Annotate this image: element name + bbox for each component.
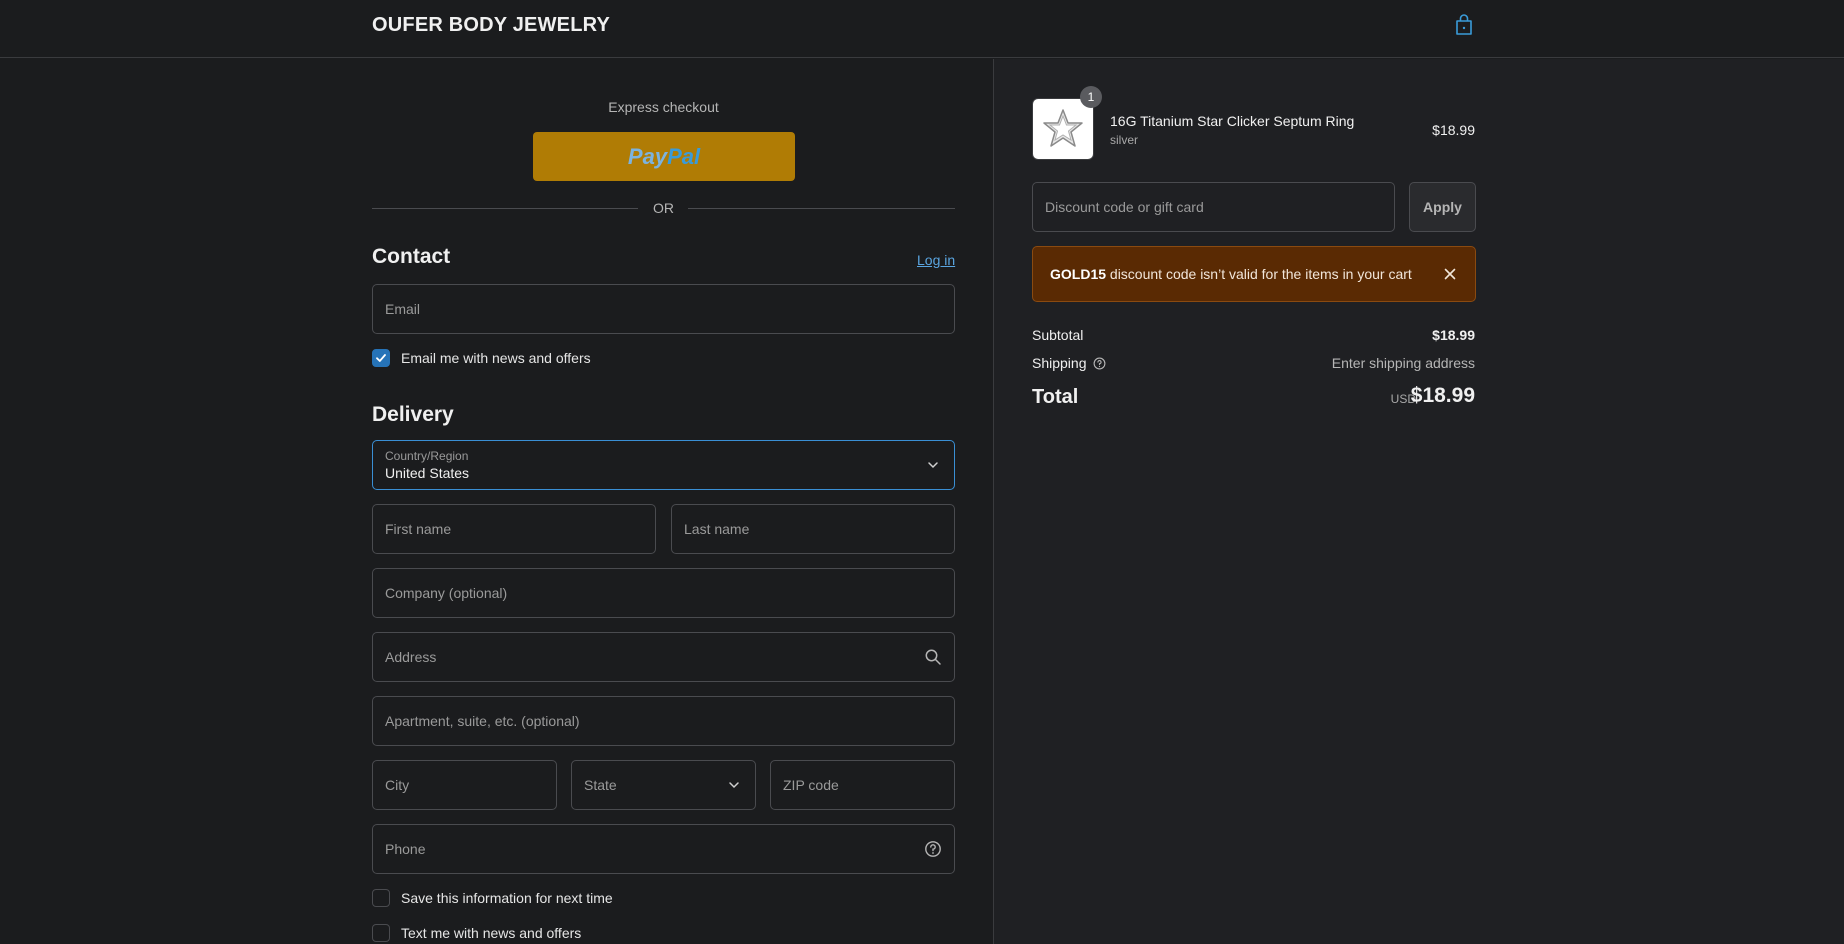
- search-icon[interactable]: [924, 648, 942, 666]
- zip-field[interactable]: ZIP code: [770, 760, 955, 810]
- zip-placeholder: ZIP code: [783, 777, 839, 793]
- email-placeholder: Email: [385, 301, 421, 317]
- country-value: United States: [385, 465, 470, 481]
- contact-title: Contact: [372, 245, 451, 268]
- delivery-title: Delivery: [372, 403, 454, 426]
- chevron-down-icon: [928, 462, 938, 469]
- text-me-checkbox[interactable]: Text me with news and offers: [372, 924, 581, 942]
- state-select[interactable]: State: [571, 760, 756, 810]
- paypal-logo-pay: Pay: [627, 143, 668, 169]
- product-variant: silver: [1110, 133, 1139, 147]
- country-label: Country/Region: [385, 449, 469, 463]
- company-field[interactable]: Company (optional): [372, 568, 955, 618]
- chevron-down-icon: [729, 782, 739, 789]
- email-news-label: Email me with news and offers: [401, 350, 591, 366]
- discount-error-banner: GOLD15 discount code isn’t valid for the…: [1032, 246, 1476, 302]
- store-brand[interactable]: OUFER BODY JEWELRY: [372, 14, 610, 37]
- checkbox-unchecked[interactable]: [372, 924, 390, 942]
- city-placeholder: City: [385, 777, 410, 793]
- shopping-bag-icon[interactable]: [1455, 14, 1473, 36]
- header: OUFER BODY JEWELRY: [0, 0, 1844, 58]
- country-select[interactable]: Country/Region United States: [372, 440, 955, 490]
- email-field[interactable]: Email: [372, 284, 955, 334]
- address-field[interactable]: Address: [372, 632, 955, 682]
- address-placeholder: Address: [385, 649, 437, 665]
- order-summary: 1 16G Titanium Star Clicker Septum Ring …: [994, 59, 1844, 944]
- product-price: $18.99: [1432, 122, 1475, 138]
- star-ring-icon: [1043, 109, 1083, 147]
- apartment-placeholder: Apartment, suite, etc. (optional): [385, 713, 580, 729]
- state-placeholder: State: [584, 777, 617, 793]
- help-icon[interactable]: [1093, 357, 1106, 370]
- checkout-form: Express checkout Pay Pal OR Contact Log i…: [0, 59, 993, 944]
- shipping-row: Shipping: [1032, 355, 1106, 371]
- checkbox-unchecked[interactable]: [372, 889, 390, 907]
- phone-placeholder: Phone: [385, 841, 426, 857]
- city-field[interactable]: City: [372, 760, 557, 810]
- save-info-label: Save this information for next time: [401, 890, 613, 906]
- checkmark-icon: [376, 354, 386, 362]
- first-name-field[interactable]: First name: [372, 504, 656, 554]
- company-placeholder: Company (optional): [385, 585, 508, 601]
- discount-input[interactable]: Discount code or gift card: [1032, 182, 1395, 232]
- apply-button[interactable]: Apply: [1409, 182, 1476, 232]
- total-value: $18.99: [1410, 384, 1475, 407]
- last-name-placeholder: Last name: [684, 521, 750, 537]
- apartment-field[interactable]: Apartment, suite, etc. (optional): [372, 696, 955, 746]
- express-checkout-title: Express checkout: [608, 99, 719, 115]
- shipping-label: Shipping: [1032, 355, 1087, 371]
- discount-placeholder: Discount code or gift card: [1045, 199, 1204, 215]
- last-name-field[interactable]: Last name: [671, 504, 955, 554]
- save-info-checkbox[interactable]: Save this information for next time: [372, 889, 613, 907]
- close-icon[interactable]: [1442, 266, 1458, 282]
- login-link[interactable]: Log in: [917, 252, 955, 268]
- shipping-value: Enter shipping address: [1331, 355, 1475, 371]
- discount-error-text: discount code isn’t valid for the items …: [1106, 266, 1412, 282]
- total-label: Total: [1032, 386, 1079, 408]
- subtotal-value: $18.99: [1432, 327, 1475, 343]
- paypal-logo-pal: Pal: [667, 143, 701, 169]
- or-divider: OR: [372, 199, 955, 219]
- product-image: [1032, 98, 1094, 160]
- first-name-placeholder: First name: [385, 521, 452, 537]
- paypal-button[interactable]: Pay Pal: [533, 132, 795, 181]
- discount-code: GOLD15: [1050, 266, 1107, 282]
- text-me-label: Text me with news and offers: [401, 925, 582, 941]
- help-icon[interactable]: [924, 840, 942, 858]
- discount-error-message: GOLD15 discount code isn’t valid for the…: [1050, 266, 1412, 282]
- quantity-badge: 1: [1080, 86, 1102, 108]
- phone-field[interactable]: Phone: [372, 824, 955, 874]
- subtotal-label: Subtotal: [1032, 327, 1084, 343]
- product-name: 16G Titanium Star Clicker Septum Ring: [1110, 113, 1355, 129]
- email-news-checkbox[interactable]: Email me with news and offers: [372, 349, 591, 367]
- checkbox-checked[interactable]: [372, 349, 390, 367]
